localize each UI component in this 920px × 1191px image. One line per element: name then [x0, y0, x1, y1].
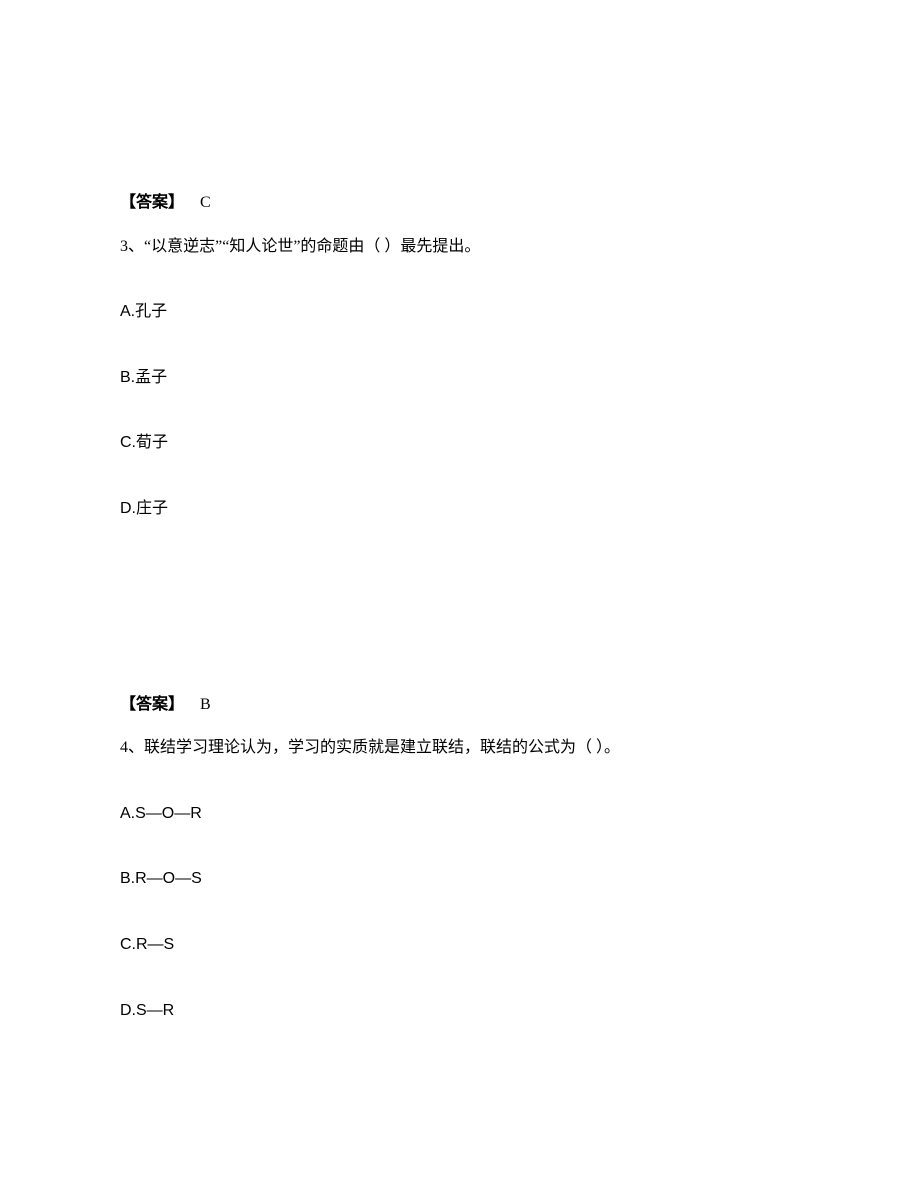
q3-number: 3、 [120, 238, 144, 255]
q3-option-c-text: C.荀子 [120, 434, 168, 451]
q4-option-c-text: C.R—S [120, 936, 174, 953]
q3-option-d-text: D.庄子 [120, 500, 168, 517]
q3-answer-block: 【答案】 B [120, 692, 800, 718]
q3-answer-label: 【答案】 [120, 696, 184, 713]
q2-answer-block: 【答案】 C [120, 190, 800, 216]
q4-text: 联结学习理论认为，学习的实质就是建立联结，联结的公式为（ ）。 [144, 739, 620, 756]
q4-option-a-text: A.S—O—R [120, 805, 202, 822]
q3-option-d: D.庄子 [120, 496, 800, 522]
q3-option-b: B.孟子 [120, 365, 800, 391]
q4-option-d-text: D.S—R [120, 1002, 174, 1019]
q4-option-c: C.R—S [120, 932, 800, 958]
q4-option-b: B.R—O—S [120, 866, 800, 892]
q4-option-a: A.S—O—R [120, 801, 800, 827]
q4-question: 4、联结学习理论认为，学习的实质就是建立联结，联结的公式为（ ）。 [120, 735, 800, 761]
q4-number: 4、 [120, 739, 144, 756]
q3-text: “以意逆志”“知人论世”的命题由（ ）最先提出。 [144, 238, 480, 255]
q3-option-a: A.孔子 [120, 299, 800, 325]
spacer [120, 562, 800, 692]
q4-option-b-text: B.R—O—S [120, 870, 202, 887]
q2-answer-label: 【答案】 [120, 194, 184, 211]
q3-option-c: C.荀子 [120, 430, 800, 456]
q3-answer-value: B [200, 696, 211, 713]
q2-answer-value: C [200, 194, 211, 211]
q3-option-a-text: A.孔子 [120, 303, 167, 320]
q3-option-b-text: B.孟子 [120, 369, 167, 386]
q4-option-d: D.S—R [120, 998, 800, 1024]
q3-question: 3、“以意逆志”“知人论世”的命题由（ ）最先提出。 [120, 234, 800, 260]
